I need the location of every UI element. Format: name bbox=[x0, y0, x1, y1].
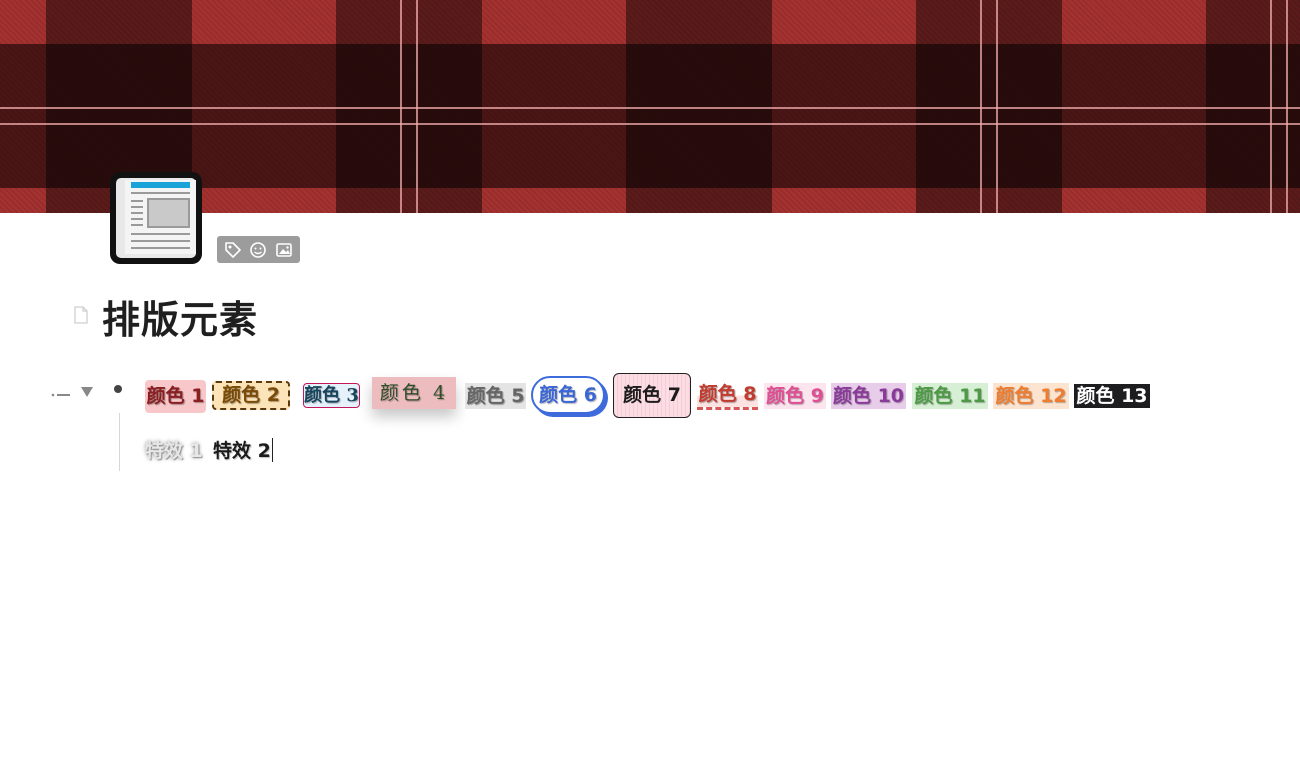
indent-guide bbox=[119, 413, 120, 471]
collapse-arrow-icon[interactable] bbox=[80, 383, 94, 397]
effect-span-2[interactable]: 特效 2 bbox=[213, 436, 271, 466]
color-span-10[interactable]: 颜色 10 bbox=[831, 383, 906, 409]
banner-stripe bbox=[400, 0, 402, 213]
banner-stripe bbox=[0, 107, 1300, 109]
color-span-6[interactable]: 颜色 6 bbox=[531, 376, 605, 414]
color-span-1[interactable]: 颜色 1 bbox=[145, 380, 206, 413]
color-span-12[interactable]: 颜色 12 bbox=[993, 383, 1069, 409]
banner-stripe bbox=[996, 0, 998, 213]
icon-toolbar bbox=[217, 236, 300, 263]
page-title[interactable]: 排版元素 bbox=[102, 289, 258, 344]
banner-stripe bbox=[0, 123, 1300, 125]
color-span-11[interactable]: 颜色 11 bbox=[912, 383, 988, 409]
banner-stripe bbox=[416, 0, 418, 213]
color-span-8[interactable]: 颜色 8 bbox=[697, 382, 758, 410]
color-span-4[interactable]: 颜色 4 bbox=[372, 377, 456, 409]
color-span-9[interactable]: 颜色 9 bbox=[764, 383, 826, 409]
tag-icon[interactable] bbox=[222, 239, 244, 261]
newspaper-icon[interactable] bbox=[108, 170, 204, 266]
color-span-3[interactable]: 颜色 3 bbox=[303, 383, 360, 408]
color-span-13[interactable]: 颜色 13 bbox=[1074, 384, 1150, 408]
emoji-icon[interactable] bbox=[247, 239, 269, 261]
banner-stripe bbox=[980, 0, 982, 213]
document-icon bbox=[73, 306, 89, 328]
banner-stripe bbox=[1270, 0, 1272, 213]
color-span-5[interactable]: 颜色 5 bbox=[465, 383, 526, 409]
effect-span-1[interactable]: 特效 1 bbox=[145, 436, 203, 466]
text-caret bbox=[272, 438, 273, 462]
image-icon[interactable] bbox=[273, 239, 295, 261]
banner-stripe bbox=[1286, 0, 1288, 213]
color-span-7[interactable]: 颜色 7 bbox=[613, 373, 691, 418]
block-menu-icon[interactable] bbox=[51, 385, 71, 397]
list-bullet[interactable] bbox=[114, 385, 122, 393]
color-span-2[interactable]: 颜色 2 bbox=[212, 381, 290, 410]
